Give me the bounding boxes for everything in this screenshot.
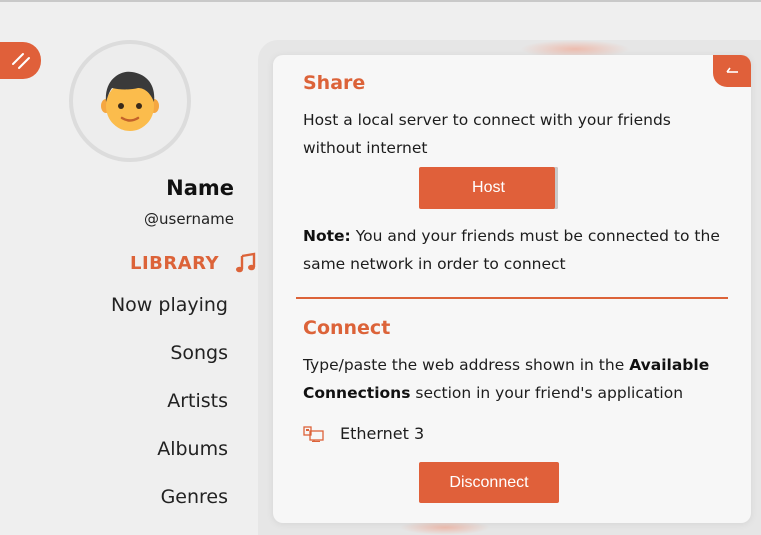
section-divider	[296, 297, 728, 299]
nav-item-artists[interactable]: Artists	[167, 390, 228, 412]
share-title: Share	[303, 72, 366, 94]
double-slash-icon	[11, 52, 30, 69]
share-description: Host a local server to connect with your…	[303, 111, 671, 157]
connect-title: Connect	[303, 317, 391, 339]
nav-item-genres[interactable]: Genres	[161, 486, 228, 508]
close-panel-button[interactable]	[713, 55, 751, 87]
person-avatar-icon	[101, 71, 159, 131]
connect-description: Type/paste the web address shown in the …	[303, 351, 733, 407]
connect-desc-part1: Type/paste the web address shown in the	[303, 356, 630, 374]
library-header: LIBRARY	[130, 252, 257, 274]
profile-name: Name	[166, 176, 234, 200]
connection-item: Ethernet 3	[303, 424, 424, 443]
music-note-icon	[236, 252, 256, 273]
window-top-border	[0, 0, 761, 2]
nav-item-songs[interactable]: Songs	[170, 342, 228, 364]
nav-item-now-playing[interactable]: Now playing	[111, 294, 228, 316]
nav-item-albums[interactable]: Albums	[157, 438, 228, 460]
connect-desc-part2: section in your friend's application	[410, 384, 684, 402]
avatar[interactable]	[69, 40, 191, 162]
note-text: You and your friends must be connected t…	[303, 227, 720, 273]
disconnect-button[interactable]: Disconnect	[419, 462, 559, 503]
ethernet-icon	[303, 425, 324, 442]
arrow-left-icon	[726, 67, 738, 73]
profile-username: @username	[144, 210, 234, 228]
connection-name: Ethernet 3	[340, 424, 425, 443]
note-label: Note:	[303, 227, 351, 245]
menu-toggle-button[interactable]	[0, 42, 41, 79]
host-button[interactable]: Host	[419, 167, 558, 209]
library-label: LIBRARY	[130, 252, 220, 274]
share-note: Note: You and your friends must be conne…	[303, 222, 733, 278]
